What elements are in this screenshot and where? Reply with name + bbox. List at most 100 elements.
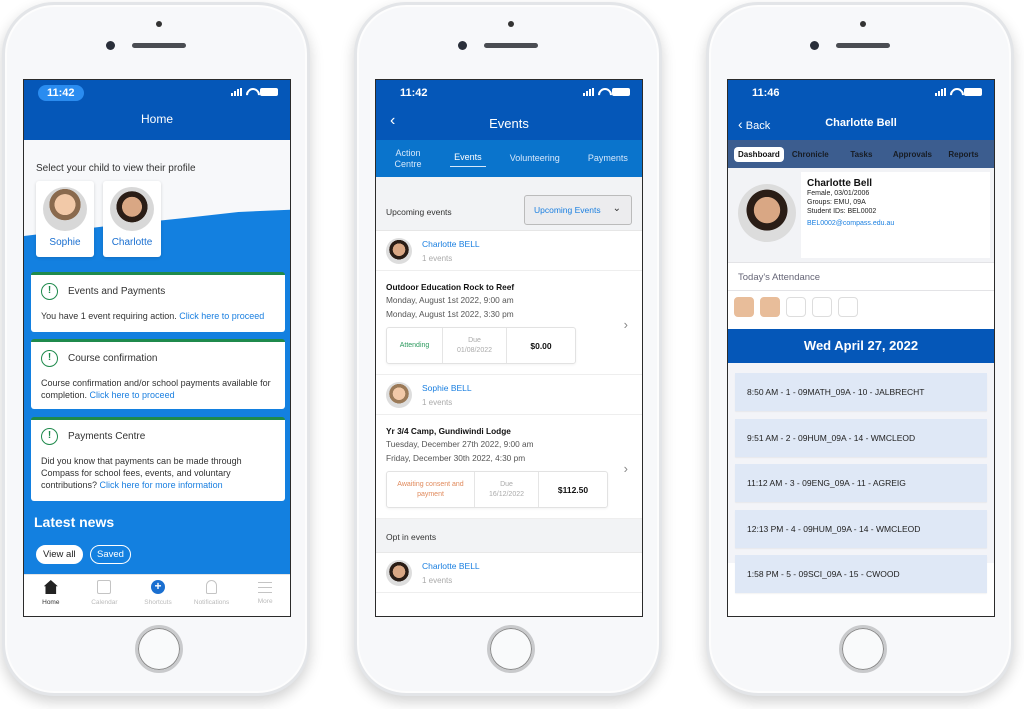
segment-tasks[interactable]: Tasks xyxy=(837,147,886,162)
event-amount: $112.50 xyxy=(557,484,589,495)
attendance-period-empty xyxy=(838,297,858,317)
tab-notifications[interactable]: Notifications xyxy=(185,575,239,616)
event-status: Awaiting consent and payment xyxy=(387,472,475,507)
phone-profile: 11:46 ‹ Back Charlotte Bell Dashboard Ch… xyxy=(706,2,1014,696)
events-filter-dropdown[interactable]: Upcoming Events ⌄ xyxy=(524,195,632,225)
avatar xyxy=(43,187,87,231)
earpiece-speaker xyxy=(132,43,186,48)
event-item[interactable]: Yr 3/4 Camp, Gundiwindi Lodge Tuesday, D… xyxy=(376,415,642,519)
class-item[interactable]: 12:13 PM - 4 - 09HUM_09A - 14 - WMCLEOD xyxy=(735,509,987,548)
view-all-filter[interactable]: View all xyxy=(36,545,83,564)
events-screen: 11:42 ‹ Events Action Centre Events Volu… xyxy=(375,79,643,617)
alert-icon: ! xyxy=(41,428,58,445)
battery-icon xyxy=(260,88,278,96)
battery-icon xyxy=(964,88,982,96)
event-summary: Attending Due 01/08/2022 $0.00 xyxy=(386,327,576,364)
tab-more[interactable]: More xyxy=(238,575,290,616)
page-title: Home xyxy=(140,112,173,126)
earpiece-speaker xyxy=(484,43,538,48)
child-card-sophie[interactable]: Sophie xyxy=(36,181,94,257)
alert-payments-centre: ! Payments Centre Did you know that payme… xyxy=(31,417,285,501)
front-camera xyxy=(810,41,819,50)
more-info-link[interactable]: Click here for more information xyxy=(100,480,223,490)
event-summary: Awaiting consent and payment Due 16/12/20… xyxy=(386,471,608,508)
bell-icon xyxy=(206,580,218,594)
child-name: Sophie xyxy=(49,237,81,248)
event-count: 1 events xyxy=(422,254,453,263)
attendance-period-empty xyxy=(812,297,832,317)
chevron-left-icon[interactable]: ‹ xyxy=(390,112,395,130)
event-item[interactable]: Outdoor Education Rock to Reef Monday, A… xyxy=(376,271,642,375)
student-groups: Groups: EMU, 09A xyxy=(807,199,866,206)
student-row[interactable]: Charlotte BELL 1 events xyxy=(376,553,642,593)
segment-dashboard[interactable]: Dashboard xyxy=(734,146,784,162)
status-bar: 11:46 xyxy=(728,80,994,106)
alert-icon: ! xyxy=(41,350,58,367)
phone-events: 11:42 ‹ Events Action Centre Events Volu… xyxy=(354,2,662,696)
tab-calendar[interactable]: Calendar xyxy=(78,575,132,616)
front-camera xyxy=(106,41,115,50)
attendance-period-marked xyxy=(734,297,754,317)
profile-screen: 11:46 ‹ Back Charlotte Bell Dashboard Ch… xyxy=(727,79,995,617)
tab-shortcuts[interactable]: + Shortcuts xyxy=(131,575,185,616)
chevron-left-icon: ‹ xyxy=(738,116,743,132)
saved-filter[interactable]: Saved xyxy=(90,545,131,564)
events-tabs: Action Centre Events Volunteering Paymen… xyxy=(376,140,642,177)
tab-home[interactable]: Home xyxy=(24,575,78,616)
class-item[interactable]: 8:50 AM - 1 - 09MATH_09A - 10 - JALBRECH… xyxy=(735,373,987,411)
calendar-icon xyxy=(97,580,112,594)
attendance-label: Today's Attendance xyxy=(728,263,994,291)
alert-course-confirmation: ! Course confirmation Course confirmation… xyxy=(31,339,285,409)
class-item[interactable]: 1:58 PM - 5 - 09SCI_09A - 15 - CWOOD xyxy=(735,555,987,593)
earpiece-speaker xyxy=(836,43,890,48)
upcoming-events-section: Upcoming events Upcoming Events ⌄ xyxy=(376,177,642,231)
attendance-row xyxy=(728,291,994,329)
segment-reports[interactable]: Reports xyxy=(939,147,988,162)
select-child-prompt: Select your child to view their profile xyxy=(36,163,196,174)
class-item[interactable]: 11:12 AM - 3 - 09ENG_09A - 11 - AGREIG xyxy=(735,464,987,502)
tab-events[interactable]: Events xyxy=(450,150,486,167)
chevron-down-icon: ⌄ xyxy=(612,203,621,214)
segment-chronicle[interactable]: Chronicle xyxy=(786,147,835,162)
event-title: Yr 3/4 Camp, Gundiwindi Lodge xyxy=(386,426,511,436)
avatar xyxy=(386,382,412,408)
sensor-dot xyxy=(508,21,514,27)
phone-home: 11:42 Home Select your child to view the… xyxy=(2,2,310,696)
schedule-date: Wed April 27, 2022 xyxy=(728,329,994,363)
status-bar: 11:42 xyxy=(376,80,642,106)
back-button[interactable]: ‹ Back xyxy=(738,116,770,132)
child-name: Charlotte xyxy=(111,237,153,248)
due-label: Due xyxy=(468,336,481,344)
sensor-dot xyxy=(860,21,866,27)
event-amount: $0.00 xyxy=(530,340,552,351)
student-row[interactable]: Sophie BELL 1 events xyxy=(376,375,642,415)
due-date: 16/12/2022 xyxy=(488,490,525,498)
student-name: Charlotte BELL xyxy=(422,561,480,571)
tab-volunteering[interactable]: Volunteering xyxy=(506,151,564,166)
latest-news-heading: Latest news xyxy=(34,514,115,530)
proceed-link[interactable]: Click here to proceed xyxy=(179,311,264,321)
signal-icon xyxy=(935,88,946,96)
event-end: Friday, December 30th 2022, 4:30 pm xyxy=(386,453,526,463)
wifi-icon xyxy=(950,88,960,96)
student-name: Charlotte BELL xyxy=(422,239,480,249)
status-time: 11:42 xyxy=(400,87,428,99)
tab-action-centre[interactable]: Action Centre xyxy=(386,146,430,172)
due-label: Due xyxy=(500,480,513,488)
child-card-charlotte[interactable]: Charlotte xyxy=(103,181,161,257)
student-row[interactable]: Charlotte BELL 1 events xyxy=(376,231,642,271)
student-profile: Charlotte Bell Female, 03/01/2006 Groups… xyxy=(728,168,994,263)
segment-approvals[interactable]: Approvals xyxy=(888,147,937,162)
menu-icon xyxy=(258,582,273,593)
proceed-link[interactable]: Click here to proceed xyxy=(90,390,175,400)
section-label: Opt in events xyxy=(386,532,437,542)
event-start: Tuesday, December 27th 2022, 9:00 am xyxy=(386,439,534,449)
avatar xyxy=(738,184,796,242)
alert-icon: ! xyxy=(41,283,58,300)
student-ids: Student IDs: BEL0002 xyxy=(807,208,877,215)
bottom-tab-bar: Home Calendar + Shortcuts Notifications M… xyxy=(24,574,290,616)
student-email-link[interactable]: BEL0002@compass.edu.au xyxy=(807,220,984,227)
tab-payments[interactable]: Payments xyxy=(584,151,632,166)
signal-icon xyxy=(583,88,594,96)
class-item[interactable]: 9:51 AM - 2 - 09HUM_09A - 14 - WMCLEOD xyxy=(735,418,987,457)
